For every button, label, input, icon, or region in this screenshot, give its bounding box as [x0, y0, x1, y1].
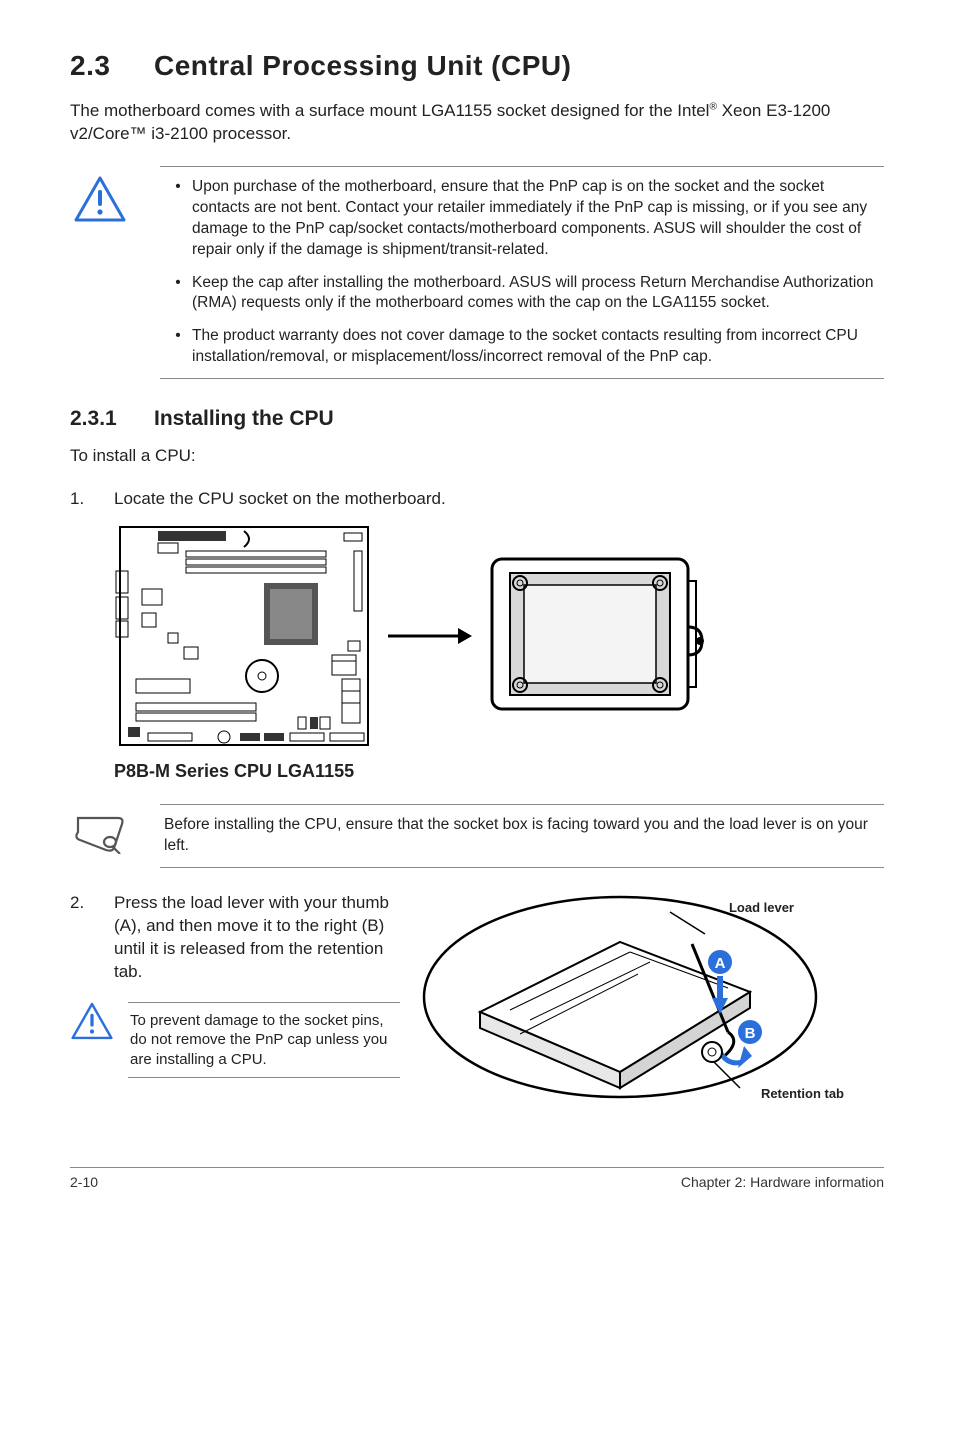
registered-mark: ® [709, 101, 717, 112]
lever-illustration: A B [420, 892, 820, 1102]
caution-bullet-1-text: Upon purchase of the motherboard, ensure… [192, 177, 880, 261]
step-1-number: 1. [70, 488, 114, 511]
section-number: 2.3 [70, 50, 154, 82]
step-2: 2. Press the load lever with your thumb … [70, 892, 400, 984]
subsection-title-text: Installing the CPU [154, 407, 334, 430]
page-footer: 2-10 Chapter 2: Hardware information [70, 1167, 884, 1190]
step-1: 1. Locate the CPU socket on the motherbo… [70, 488, 884, 511]
marker-a: A [715, 955, 726, 972]
note-icon [74, 814, 126, 854]
step-1-text: Locate the CPU socket on the motherboard… [114, 488, 446, 511]
motherboard-illustration [114, 521, 374, 751]
caution-bullet-2-text: Keep the cap after installing the mother… [192, 273, 880, 315]
step-2-number: 2. [70, 892, 114, 984]
motherboard-socket-diagram [114, 521, 754, 751]
caution-icon [74, 176, 126, 222]
cpu-socket-illustration [484, 551, 714, 721]
subsection-heading: 2.3.1Installing the CPU [70, 407, 884, 431]
caution-icon [71, 1002, 113, 1040]
retention-tab-label: Retention tab [761, 1086, 844, 1101]
section-title-text: Central Processing Unit (CPU) [154, 50, 571, 81]
step-2-text: Press the load lever with your thumb (A)… [114, 892, 400, 984]
footer-page-number: 2-10 [70, 1174, 98, 1190]
inner-caution-text: To prevent damage to the socket pins, do… [128, 1002, 400, 1079]
caution-bullet-3-text: The product warranty does not cover dama… [192, 326, 880, 368]
install-intro: To install a CPU: [70, 445, 884, 468]
load-lever-label: Load lever [729, 900, 794, 915]
caution-block: •Upon purchase of the motherboard, ensur… [70, 166, 884, 379]
caution-bullet-1: •Upon purchase of the motherboard, ensur… [164, 177, 880, 261]
lever-diagram: Load lever Retention tab [420, 892, 884, 1107]
caution-bullet-list: •Upon purchase of the motherboard, ensur… [164, 177, 880, 368]
caution-bullet-3: •The product warranty does not cover dam… [164, 326, 880, 368]
diagram-caption: P8B-M Series CPU LGA1155 [114, 761, 884, 782]
arrow-right-icon [384, 621, 474, 651]
note-text: Before installing the CPU, ensure that t… [164, 815, 880, 857]
footer-chapter: Chapter 2: Hardware information [681, 1174, 884, 1190]
marker-b: B [745, 1025, 756, 1042]
caution-bullet-2: •Keep the cap after installing the mothe… [164, 273, 880, 315]
note-block: Before installing the CPU, ensure that t… [70, 804, 884, 868]
section-heading: 2.3Central Processing Unit (CPU) [70, 50, 884, 82]
section-intro: The motherboard comes with a surface mou… [70, 100, 884, 146]
intro-pre: The motherboard comes with a surface mou… [70, 101, 709, 120]
subsection-number: 2.3.1 [70, 407, 154, 431]
